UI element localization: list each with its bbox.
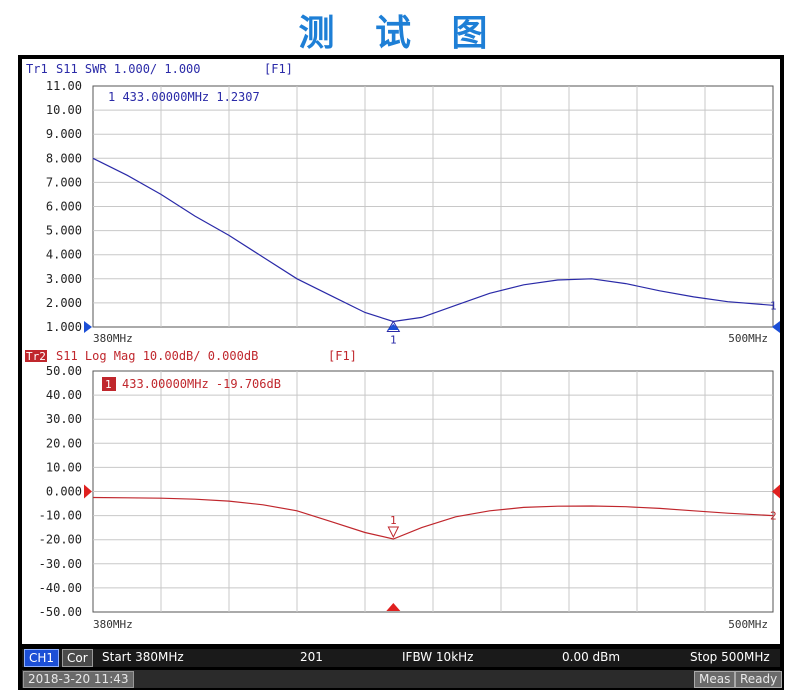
trace1-marker-readout: 1 433.00000MHz 1.2307 — [108, 90, 260, 104]
trace1-y-tick-label: 2.000 — [46, 296, 82, 310]
page-title: 测 试 图 — [298, 12, 502, 54]
page: 测 试 图 Tr1 S11 SWR 1.000/ 1.000 [F1] 11.0… — [0, 0, 800, 700]
trace1-y-tick-label: 3.000 — [46, 272, 82, 286]
trace1-y-ticks: 11.00 10.00 9.000 8.000 7.000 6.000 5.000 4.000… — [46, 79, 82, 334]
trace1-y-tick-label: 6.000 — [46, 200, 82, 214]
trace1-x-stop: 500MHz — [728, 332, 768, 345]
trace1-header-tr[interactable]: Tr1 — [26, 62, 48, 76]
trace1-y-tick-label: 9.000 — [46, 127, 82, 141]
sweep-points[interactable]: 201 — [300, 650, 323, 664]
trace2-y-ticks: 50.00 40.00 30.00 20.00 10.00 0.000 -10.00 -20.… — [39, 364, 82, 619]
trace1-y-tick-label: 5.000 — [46, 224, 82, 238]
meas-button[interactable]: Meas — [694, 671, 736, 688]
trace2-y-tick-label: 50.00 — [46, 364, 82, 378]
status-bar: CH1 Cor Start 380MHz 201 IFBW 10kHz 0.00… — [22, 649, 780, 667]
trace2-x-stop: 500MHz — [728, 618, 768, 631]
trace2-header-tr[interactable]: Tr2 — [26, 350, 46, 363]
trace2-y-tick-label: 0.000 — [46, 485, 82, 499]
trace1-y-tick-label: 8.000 — [46, 151, 82, 165]
trace1-y-tick-label: 11.00 — [46, 79, 82, 93]
trace1-left-ref-arrow — [84, 321, 92, 333]
trace2-y-tick-label: 40.00 — [46, 388, 82, 402]
trace2-y-tick-label: 10.00 — [46, 460, 82, 474]
trace1-x-start: 380MHz — [93, 332, 133, 345]
trace2-left-ref-arrow — [84, 484, 92, 499]
trace1-marker-label: 1 — [390, 333, 397, 346]
start-frequency[interactable]: Start 380MHz — [102, 650, 184, 664]
bottom-bar: 2018-3-20 11:43 Meas Ready — [22, 670, 783, 688]
trace1-end-label: 1 — [770, 299, 777, 312]
trace2-y-tick-label: -20.00 — [39, 533, 82, 547]
trace2-header: S11 Log Mag 10.00dB/ 0.000dB — [56, 349, 258, 363]
trace1-y-tick-label: 7.000 — [46, 175, 82, 189]
source-power[interactable]: 0.00 dBm — [562, 650, 620, 664]
plots-svg: Tr1 S11 SWR 1.000/ 1.000 [F1] 11.0010.00… — [25, 62, 780, 631]
trace1-fkey[interactable]: [F1] — [264, 62, 293, 76]
datetime: 2018-3-20 11:43 — [23, 671, 134, 688]
trace2-y-tick-label: -30.00 — [39, 557, 82, 571]
trace2-marker-label: 1 — [390, 514, 397, 527]
trace2-y-tick-label: -10.00 — [39, 509, 82, 523]
stop-frequency[interactable]: Stop 500MHz — [690, 650, 770, 664]
trace2-end-label: 2 — [770, 510, 777, 523]
trace2-y-tick-label: 20.00 — [46, 436, 82, 450]
correction-badge[interactable]: Cor — [62, 649, 93, 667]
trace2-marker-readout: 433.00000MHz -19.706dB — [122, 377, 281, 391]
trace2-marker-box-num: 1 — [105, 378, 112, 391]
analyzer-screen: Tr1 S11 SWR 1.000/ 1.000 [F1] 11.00 10.00… — [22, 59, 780, 644]
trace1-y-tick-label: 1.000 — [46, 320, 82, 334]
trace2-y-tick-label: -40.00 — [39, 581, 82, 595]
if-bandwidth[interactable]: IFBW 10kHz — [402, 650, 473, 664]
trace2-fkey[interactable]: [F1] — [328, 349, 357, 363]
trace1-header: S11 SWR 1.000/ 1.000 — [56, 62, 201, 76]
trace2-y-tick-label: -50.00 — [39, 605, 82, 619]
trace1-y-tick-label: 4.000 — [46, 248, 82, 262]
channel-button[interactable]: CH1 — [24, 649, 60, 667]
trace1-y-tick-label: 10.00 — [46, 103, 82, 117]
trace2-y-tick-label: 30.00 — [46, 412, 82, 426]
ready-status: Ready — [735, 671, 783, 688]
trace2-x-start: 380MHz — [93, 618, 133, 631]
